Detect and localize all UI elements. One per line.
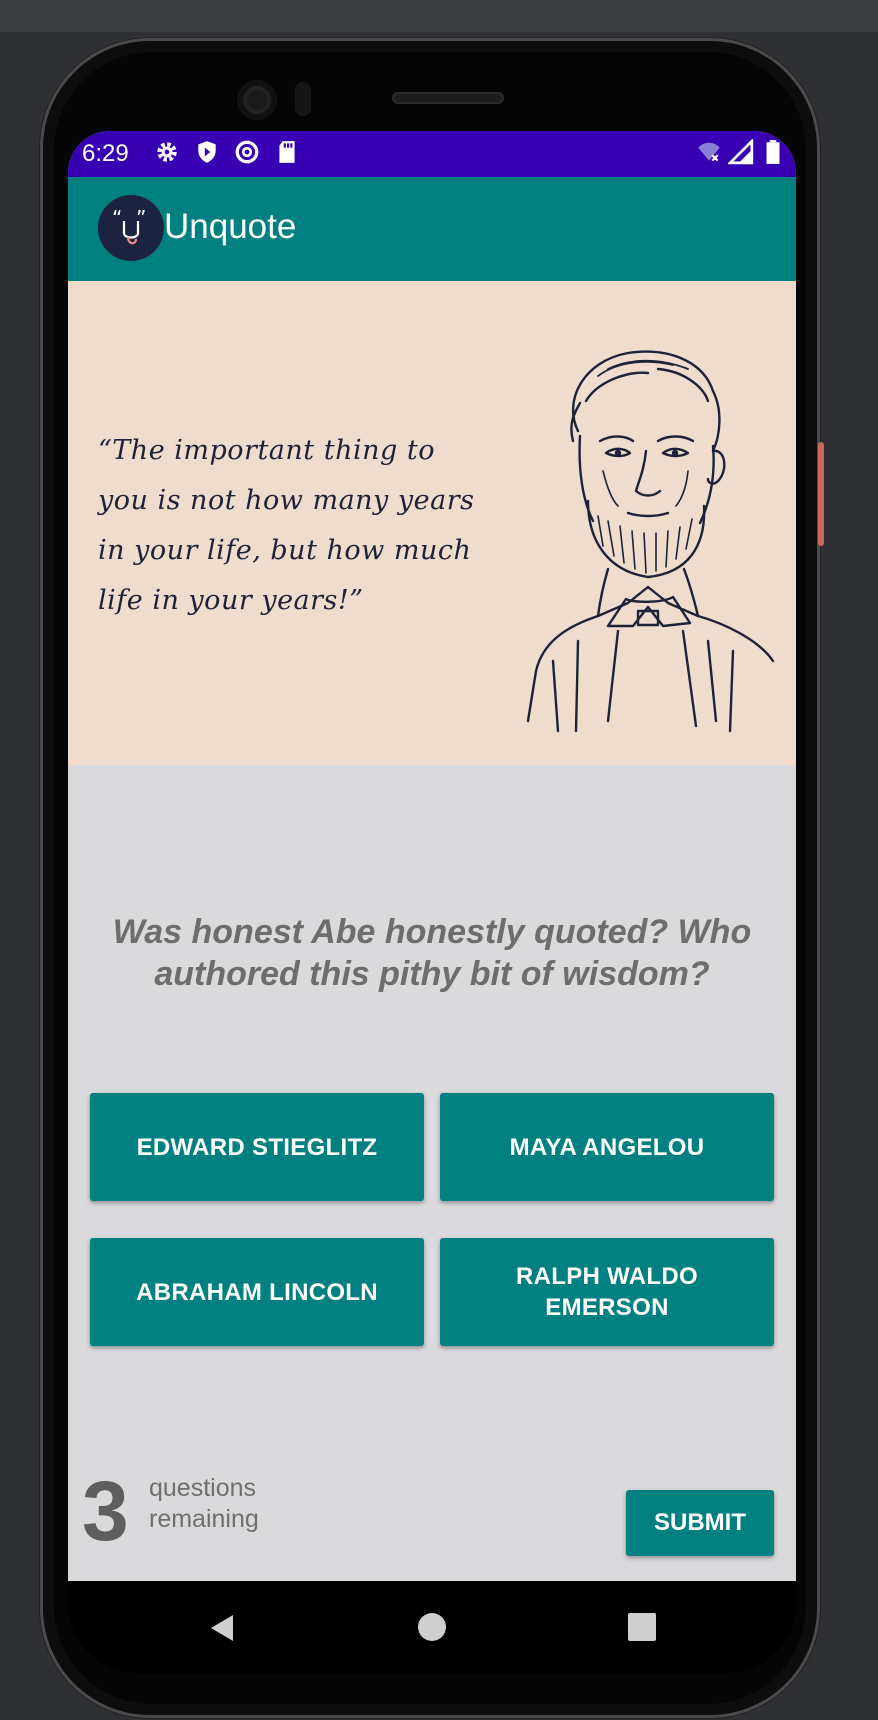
app-title: Unquote [164, 207, 297, 246]
quote-text: “The important thing to you is not how m… [98, 435, 475, 616]
at-sign-icon [235, 140, 259, 164]
svg-text:“: “ [112, 206, 122, 230]
wifi-off-icon [698, 142, 720, 162]
gear-icon [157, 142, 177, 162]
earpiece-speaker-icon [392, 92, 504, 104]
answer-button-3[interactable]: RALPH WALDO EMERSON [440, 1238, 774, 1346]
proximity-sensor-icon [295, 82, 311, 116]
submit-button[interactable]: SUBMIT [626, 1490, 774, 1556]
front-camera-icon [237, 80, 277, 120]
shield-icon [198, 141, 216, 163]
emulator-top-bar [0, 0, 878, 32]
back-icon[interactable] [207, 1613, 235, 1643]
question-text: Was honest Abe honestly quoted? Who auth… [112, 913, 752, 993]
power-button[interactable] [818, 442, 824, 546]
status-time: 6:29 [82, 140, 129, 167]
recents-icon[interactable] [628, 1613, 656, 1641]
unquote-logo-icon: “ ” [98, 195, 164, 261]
home-icon[interactable] [418, 1613, 446, 1641]
cell-signal-icon [728, 139, 754, 165]
questions-remaining-count: 3 [82, 1464, 129, 1558]
questions-remaining-label: questions remaining [149, 1474, 259, 1533]
quote-image-panel: “The important thing to you is not how m… [68, 281, 796, 765]
answer-button-0[interactable]: EDWARD STIEGLITZ [90, 1093, 424, 1201]
navigation-bar [68, 1581, 796, 1673]
abraham-lincoln-portrait [526, 350, 775, 733]
app-bar: “ ” Unquote [68, 177, 796, 281]
sd-card-icon [279, 141, 295, 163]
status-bar: 6:29 [68, 131, 796, 177]
app-screen: 6:29 “ ” Unquote “The important thing to… [68, 131, 796, 1581]
answer-button-1[interactable]: MAYA ANGELOU [440, 1093, 774, 1201]
answer-button-2[interactable]: ABRAHAM LINCOLN [90, 1238, 424, 1346]
battery-icon [766, 140, 780, 164]
